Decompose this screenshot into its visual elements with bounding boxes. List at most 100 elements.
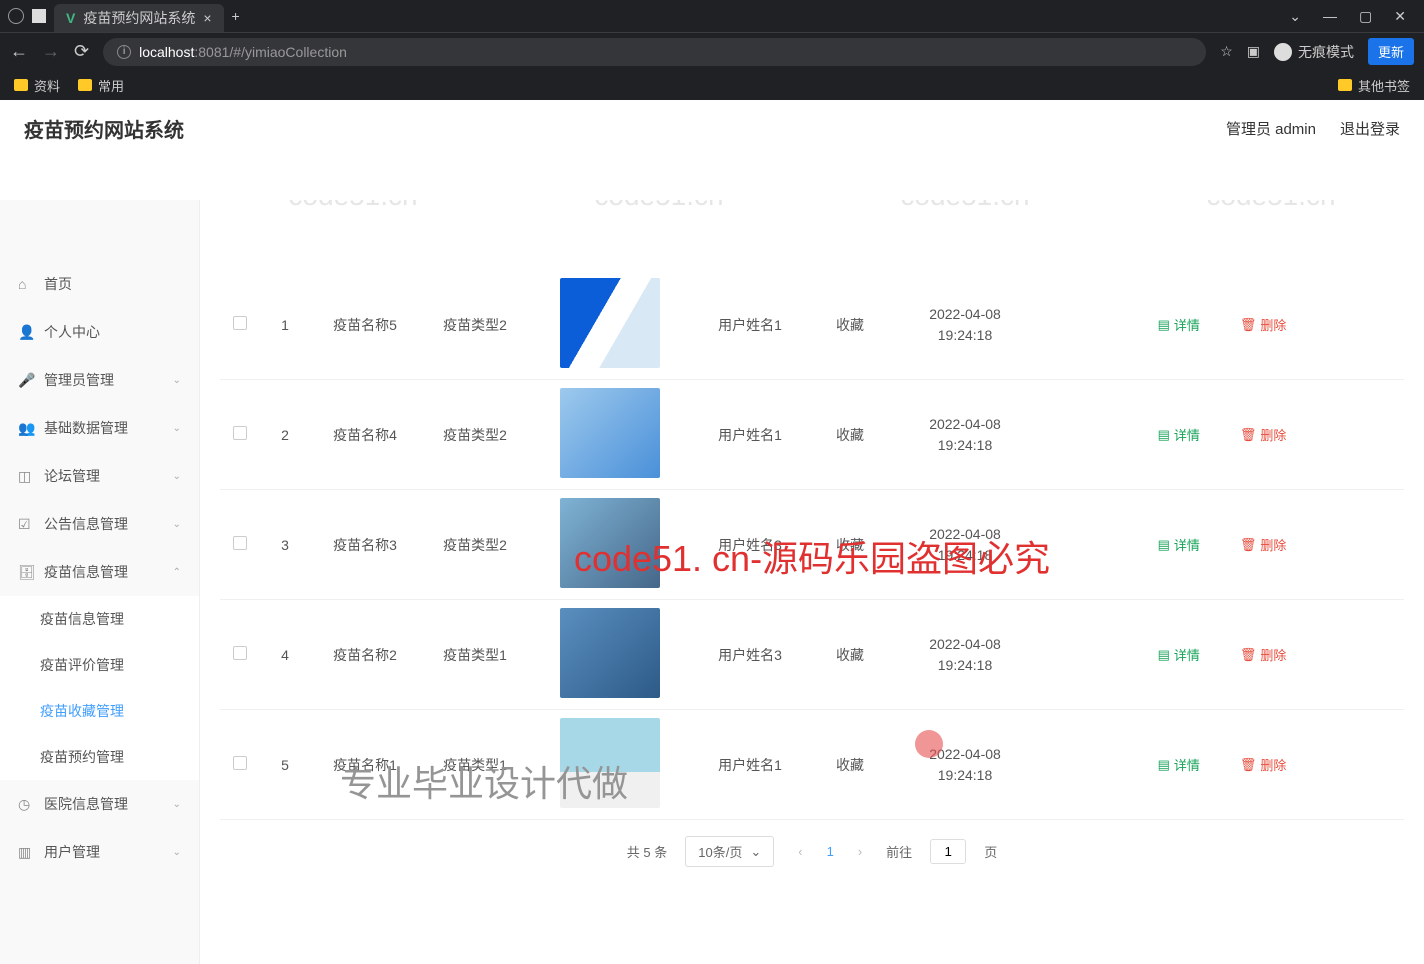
new-tab-button[interactable]: + (232, 8, 240, 24)
browser-chrome: V 疫苗预约网站系统 × + ⌄ — ▢ ✕ ← → ⟳ i localhost… (0, 0, 1424, 100)
url-bar[interactable]: i localhost:8081/#/yimiaoCollection (103, 38, 1206, 66)
goto-page-input[interactable] (930, 839, 966, 864)
sidebar-item-7[interactable]: ◷医院信息管理⌄ (0, 780, 199, 828)
vaccine-image[interactable] (560, 608, 660, 698)
status-label: 收藏 (810, 637, 890, 673)
row-index: 4 (260, 639, 310, 671)
sidebar-item-3[interactable]: 👥基础数据管理⌄ (0, 404, 199, 452)
timestamp: 2022-04-0819:24:18 (890, 516, 1040, 574)
site-info-icon[interactable]: i (117, 45, 131, 59)
delete-button[interactable]: 🗑删除 (1240, 315, 1287, 334)
sidebar-subitem-2[interactable]: 疫苗收藏管理 (0, 688, 199, 734)
url-host: localhost (139, 44, 194, 60)
trash-icon: 🗑 (1240, 757, 1257, 773)
page-size-select[interactable]: 10条/页 ⌄ (685, 836, 774, 867)
incognito-label: 无痕模式 (1298, 42, 1354, 62)
close-tab-icon[interactable]: × (203, 10, 211, 26)
doc-icon: ▤ (1158, 427, 1170, 443)
chevron-down-icon: ⌄ (173, 519, 181, 530)
sidebar-item-label: 基础数据管理 (44, 418, 128, 438)
row-checkbox[interactable] (233, 756, 247, 770)
extension-icon[interactable]: ▣ (1247, 43, 1260, 60)
page-number[interactable]: 1 (827, 844, 834, 859)
sidebar-item-0[interactable]: ⌂首页 (0, 260, 199, 308)
mic-icon: 🎤 (18, 372, 34, 389)
status-label: 收藏 (810, 417, 890, 453)
folder-icon (1338, 79, 1352, 91)
delete-button[interactable]: 🗑删除 (1240, 755, 1287, 774)
sidebar-subitem-0[interactable]: 疫苗信息管理 (0, 596, 199, 642)
chevron-down-icon: ⌄ (173, 471, 181, 482)
sidebar-item-5[interactable]: ☑公告信息管理⌄ (0, 500, 199, 548)
doc-icon: ▤ (1158, 647, 1170, 663)
main-content: code51.cncode51.cncode51.cncode51.cn cod… (200, 200, 1424, 964)
sidebar-item-8[interactable]: ▥用户管理⌄ (0, 828, 199, 876)
forward-button[interactable]: → (42, 41, 60, 62)
vaccine-type: 疫苗类型1 (420, 747, 530, 783)
bookmark-item[interactable]: 常用 (78, 76, 124, 95)
sidebar-subitem-1[interactable]: 疫苗评价管理 (0, 642, 199, 688)
star-icon[interactable]: ☆ (1220, 43, 1233, 60)
row-checkbox[interactable] (233, 536, 247, 550)
detail-button[interactable]: ▤详情 (1158, 535, 1200, 554)
delete-button[interactable]: 🗑删除 (1240, 535, 1287, 554)
table-row: 5疫苗名称1疫苗类型1用户姓名1收藏2022-04-0819:24:18▤详情🗑… (220, 710, 1404, 820)
sidebar-item-2[interactable]: 🎤管理员管理⌄ (0, 356, 199, 404)
table-row: 3疫苗名称3疫苗类型2用户姓名3收藏2022-04-0819:24:18▤详情🗑… (220, 490, 1404, 600)
user-name: 用户姓名1 (690, 747, 810, 783)
app-square-icon (32, 9, 46, 23)
vaccine-image[interactable] (560, 718, 660, 808)
detail-button[interactable]: ▤详情 (1158, 645, 1200, 664)
sidebar-item-1[interactable]: 👤个人中心 (0, 308, 199, 356)
chevron-down-icon[interactable]: ⌄ (1289, 8, 1301, 25)
delete-button[interactable]: 🗑删除 (1240, 425, 1287, 444)
vaccine-image[interactable] (560, 278, 660, 368)
user-label[interactable]: 管理员 admin (1226, 118, 1316, 139)
row-checkbox[interactable] (233, 316, 247, 330)
status-label: 收藏 (810, 527, 890, 563)
page-title: 疫苗预约网站系统 (24, 114, 184, 143)
maximize-icon[interactable]: ▢ (1359, 8, 1372, 25)
reload-button[interactable]: ⟳ (74, 41, 89, 62)
vaccine-name: 疫苗名称4 (310, 417, 420, 453)
table-row: 1疫苗名称5疫苗类型2用户姓名1收藏2022-04-0819:24:18▤详情🗑… (220, 270, 1404, 380)
vaccine-name: 疫苗名称5 (310, 307, 420, 343)
sidebar: ⌂首页👤个人中心🎤管理员管理⌄👥基础数据管理⌄◫论坛管理⌄☑公告信息管理⌄🗄疫苗… (0, 200, 200, 964)
browser-tab[interactable]: V 疫苗预约网站系统 × (54, 4, 224, 32)
row-checkbox[interactable] (233, 426, 247, 440)
detail-button[interactable]: ▤详情 (1158, 755, 1200, 774)
sidebar-item-label: 疫苗信息管理 (44, 562, 128, 582)
user-name: 用户姓名1 (690, 417, 810, 453)
sidebar-subitem-3[interactable]: 疫苗预约管理 (0, 734, 199, 780)
trash-icon: 🗑 (1240, 647, 1257, 663)
row-index: 2 (260, 419, 310, 451)
row-index: 3 (260, 529, 310, 561)
vaccine-type: 疫苗类型2 (420, 417, 530, 453)
bookmark-other[interactable]: 其他书签 (1338, 76, 1410, 95)
logout-link[interactable]: 退出登录 (1340, 118, 1400, 139)
sidebar-item-6[interactable]: 🗄疫苗信息管理⌃ (0, 548, 199, 596)
clock-icon: ◷ (18, 796, 34, 813)
prev-page-button[interactable]: ‹ (792, 844, 808, 859)
vaccine-name: 疫苗名称3 (310, 527, 420, 563)
back-button[interactable]: ← (10, 41, 28, 62)
row-checkbox[interactable] (233, 646, 247, 660)
doc-icon: ▤ (1158, 317, 1170, 333)
detail-button[interactable]: ▤详情 (1158, 315, 1200, 334)
window-controls: ⌄ — ▢ ✕ (1289, 8, 1416, 25)
detail-button[interactable]: ▤详情 (1158, 425, 1200, 444)
minimize-icon[interactable]: — (1323, 8, 1337, 25)
next-page-button[interactable]: › (852, 844, 868, 859)
bookmark-item[interactable]: 资料 (14, 76, 60, 95)
update-button[interactable]: 更新 (1368, 38, 1414, 65)
vue-icon: V (66, 10, 75, 26)
url-port: :8081 (194, 44, 229, 60)
vaccine-image[interactable] (560, 498, 660, 588)
vaccine-image[interactable] (560, 388, 660, 478)
check-icon: ☑ (18, 516, 34, 533)
delete-button[interactable]: 🗑删除 (1240, 645, 1287, 664)
close-window-icon[interactable]: ✕ (1394, 8, 1406, 25)
vaccine-type: 疫苗类型1 (420, 637, 530, 673)
crop-icon: ◫ (18, 468, 34, 485)
sidebar-item-4[interactable]: ◫论坛管理⌄ (0, 452, 199, 500)
